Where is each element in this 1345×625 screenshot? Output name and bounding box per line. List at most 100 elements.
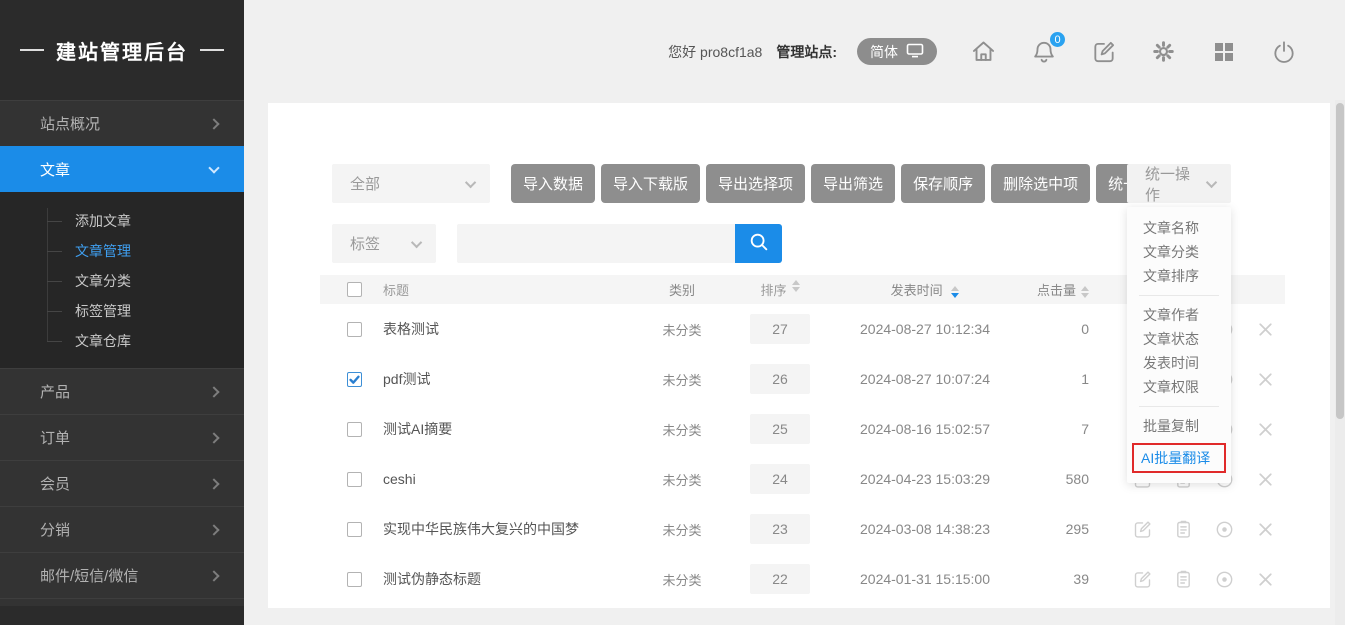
row-title[interactable]: 测试伪静态标题 — [383, 571, 481, 587]
sort-toggle-icon-active[interactable] — [951, 286, 959, 298]
row-title[interactable]: pdf测试 — [383, 371, 430, 387]
sort-toggle-icon[interactable] — [792, 280, 800, 299]
row-checkbox[interactable] — [347, 572, 362, 587]
table-row: 实现中华民族伟大复兴的中国梦 未分类 23 2024-03-08 14:38:2… — [320, 504, 1285, 554]
copy-icon[interactable] — [1173, 519, 1194, 540]
column-header-publish-time[interactable]: 发表时间 — [823, 280, 1027, 299]
sidebar-subitem-文章管理[interactable]: 文章管理 — [0, 236, 244, 266]
notifications-bell-icon[interactable]: 0 — [1030, 38, 1057, 65]
delete-x-icon[interactable] — [1255, 569, 1276, 590]
row-title[interactable]: 实现中华民族伟大复兴的中国梦 — [383, 521, 579, 537]
bulk-menu-item-发表时间[interactable]: 发表时间 — [1127, 351, 1231, 375]
row-publish-time: 2024-03-08 14:38:23 — [860, 521, 990, 537]
row-category: 未分类 — [662, 323, 701, 338]
edit-post-icon[interactable] — [1090, 38, 1117, 65]
sidebar-subitem-文章仓库[interactable]: 文章仓库 — [0, 326, 244, 356]
row-sort-input[interactable]: 26 — [750, 364, 810, 394]
edit-icon[interactable] — [1132, 519, 1153, 540]
sidebar-item-分销[interactable]: 分销 — [0, 506, 244, 552]
delete-x-icon[interactable] — [1255, 419, 1276, 440]
delete-x-icon[interactable] — [1255, 369, 1276, 390]
chevron-down-icon — [465, 176, 476, 187]
row-publish-time: 2024-01-31 15:15:00 — [860, 571, 990, 587]
bulk-menu-item-批量复制[interactable]: 批量复制 — [1127, 414, 1231, 438]
row-checkbox[interactable] — [347, 322, 362, 337]
column-header-sort[interactable]: 排序 — [737, 280, 823, 299]
chevron-right-icon — [208, 386, 219, 397]
sidebar-item-文章[interactable]: 文章 — [0, 146, 244, 192]
language-pill-button[interactable]: 简体 — [857, 38, 937, 65]
bulk-actions-button[interactable]: 统一操作 — [1127, 164, 1231, 203]
row-sort-input[interactable]: 27 — [750, 314, 810, 344]
toolbar-button-保存顺序[interactable]: 保存顺序 — [901, 164, 985, 203]
sidebar-item-订单[interactable]: 订单 — [0, 414, 244, 460]
row-checkbox[interactable] — [347, 522, 362, 537]
sidebar-item-产品[interactable]: 产品 — [0, 368, 244, 414]
toolbar-button-删除选中项[interactable]: 删除选中项 — [991, 164, 1090, 203]
sidebar-item-label: 邮件/短信/微信 — [40, 565, 138, 586]
bulk-menu-item-ai-batch-translate-highlighted[interactable]: AI批量翻译 — [1132, 443, 1226, 473]
apps-grid-icon[interactable] — [1210, 38, 1237, 65]
column-header-category: 类别 — [627, 280, 737, 299]
row-sort-input[interactable]: 24 — [750, 464, 810, 494]
sidebar-item-邮件/短信/微信[interactable]: 邮件/短信/微信 — [0, 552, 244, 598]
search-input[interactable] — [457, 224, 735, 263]
row-title[interactable]: 表格测试 — [383, 321, 439, 337]
logout-power-icon[interactable] — [1270, 38, 1297, 65]
page-scrollbar[interactable] — [1335, 100, 1345, 625]
home-icon[interactable] — [970, 38, 997, 65]
row-clicks: 7 — [1081, 421, 1089, 437]
bulk-menu-item-文章作者[interactable]: 文章作者 — [1127, 303, 1231, 327]
settings-gear-icon[interactable] — [1150, 38, 1177, 65]
edit-icon[interactable] — [1132, 569, 1153, 590]
logo-dash-right — [200, 49, 224, 51]
delete-x-icon[interactable] — [1255, 469, 1276, 490]
toolbar-button-导入下载版[interactable]: 导入下载版 — [601, 164, 700, 203]
bulk-menu-item-文章状态[interactable]: 文章状态 — [1127, 327, 1231, 351]
preview-eye-icon[interactable] — [1214, 519, 1235, 540]
chevron-down-icon — [411, 236, 422, 247]
sidebar-subitem-添加文章[interactable]: 添加文章 — [0, 206, 244, 236]
row-category: 未分类 — [662, 473, 701, 488]
delete-x-icon[interactable] — [1255, 319, 1276, 340]
toolbar-button-导出选择项[interactable]: 导出选择项 — [706, 164, 805, 203]
delete-x-icon[interactable] — [1255, 519, 1276, 540]
bulk-menu-item-文章权限[interactable]: 文章权限 — [1127, 375, 1231, 399]
row-sort-input[interactable]: 23 — [750, 514, 810, 544]
select-all-checkbox[interactable] — [347, 282, 362, 297]
row-clicks: 295 — [1066, 521, 1089, 537]
sidebar-subitem-标签管理[interactable]: 标签管理 — [0, 296, 244, 326]
row-checkbox[interactable] — [347, 472, 362, 487]
bulk-menu-item-文章名称[interactable]: 文章名称 — [1127, 216, 1231, 240]
toolbar-button-导出筛选[interactable]: 导出筛选 — [811, 164, 895, 203]
preview-eye-icon[interactable] — [1214, 569, 1235, 590]
sidebar-subitem-文章分类[interactable]: 文章分类 — [0, 266, 244, 296]
chevron-right-icon — [208, 478, 219, 489]
row-publish-time: 2024-04-23 15:03:29 — [860, 471, 990, 487]
bulk-menu-item-文章分类[interactable]: 文章分类 — [1127, 240, 1231, 264]
scrollbar-thumb[interactable] — [1336, 103, 1344, 419]
sidebar-item-站点概况[interactable]: 站点概况 — [0, 100, 244, 146]
bulk-menu-item-文章排序[interactable]: 文章排序 — [1127, 264, 1231, 288]
search-bar — [457, 224, 782, 263]
toolbar-button-导入数据[interactable]: 导入数据 — [511, 164, 595, 203]
bulk-actions-label: 统一操作 — [1145, 163, 1201, 205]
tag-filter-value: 标签 — [350, 233, 380, 254]
column-header-clicks[interactable]: 点击量 — [1027, 280, 1089, 299]
sort-toggle-icon[interactable] — [1081, 286, 1089, 298]
category-filter-select[interactable]: 全部 — [332, 164, 490, 203]
copy-icon[interactable] — [1173, 569, 1194, 590]
menu-divider — [1139, 406, 1219, 407]
row-clicks: 580 — [1066, 471, 1089, 487]
row-clicks: 1 — [1081, 371, 1089, 387]
row-sort-input[interactable]: 25 — [750, 414, 810, 444]
tag-filter-select[interactable]: 标签 — [332, 224, 436, 263]
row-category: 未分类 — [662, 373, 701, 388]
row-title[interactable]: ceshi — [383, 471, 416, 487]
row-checkbox[interactable] — [347, 422, 362, 437]
row-sort-input[interactable]: 22 — [750, 564, 810, 594]
search-button[interactable] — [735, 224, 782, 263]
row-title[interactable]: 测试AI摘要 — [383, 421, 452, 437]
sidebar-item-会员[interactable]: 会员 — [0, 460, 244, 506]
row-checkbox[interactable] — [347, 372, 362, 387]
